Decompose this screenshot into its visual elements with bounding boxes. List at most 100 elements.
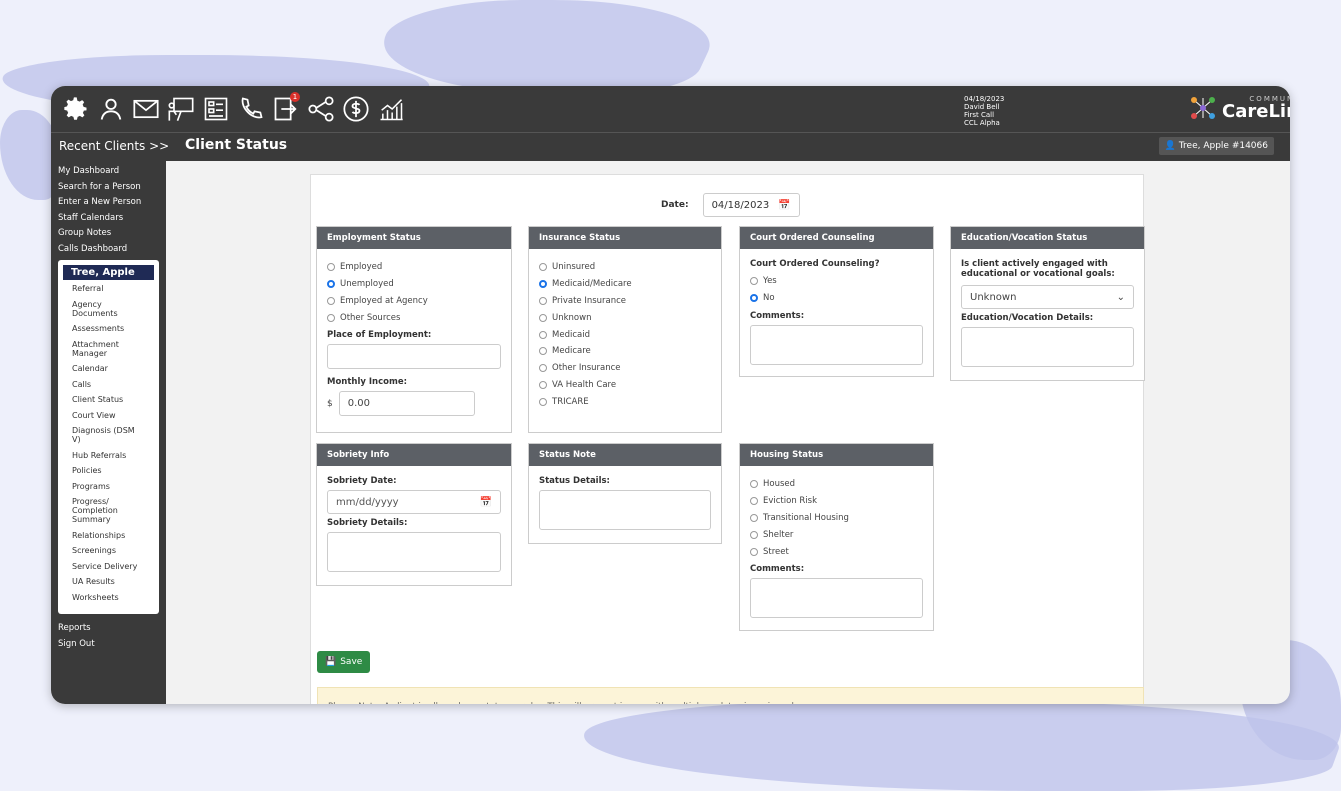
place-of-employment-input[interactable] — [327, 344, 501, 370]
client-menu-item[interactable]: Hub Referrals — [58, 451, 159, 460]
recent-clients-link[interactable]: Recent Clients >> — [59, 139, 169, 153]
radio-button[interactable] — [539, 263, 547, 272]
radio-button[interactable] — [750, 513, 758, 522]
radio-option[interactable]: Employed at Agency — [327, 293, 501, 310]
date-value: 04/18/2023 — [711, 199, 770, 211]
radio-option[interactable]: Uninsured — [539, 259, 711, 276]
radio-button[interactable] — [750, 547, 758, 556]
radio-button[interactable] — [539, 313, 547, 322]
client-menu-item[interactable]: Service Delivery — [58, 562, 159, 571]
client-menu-item[interactable]: Diagnosis (DSM V) — [58, 426, 159, 444]
radio-button[interactable] — [539, 296, 547, 305]
client-menu-item[interactable]: Referral — [58, 284, 159, 293]
radio-button[interactable] — [539, 397, 547, 406]
radio-button[interactable] — [750, 277, 758, 286]
radio-button[interactable] — [327, 263, 335, 272]
court-comments-textarea[interactable] — [750, 324, 923, 365]
presentation-icon[interactable] — [164, 92, 197, 125]
date-input[interactable]: 04/18/2023 📅 — [702, 193, 800, 217]
radio-option[interactable]: Unemployed — [327, 276, 501, 293]
sobriety-date-input[interactable]: mm/dd/yyyy 📅 — [327, 490, 501, 514]
radio-button[interactable] — [750, 497, 758, 506]
education-details-textarea[interactable] — [961, 327, 1134, 367]
client-menu-item[interactable]: Progress/ Completion Summary — [58, 497, 159, 524]
radio-button[interactable] — [539, 330, 547, 339]
sidebar-link[interactable]: Sign Out — [51, 637, 166, 653]
radio-option[interactable]: Employed — [327, 259, 501, 276]
sidebar-link[interactable]: Group Notes — [51, 226, 166, 242]
user-role: First Call — [964, 111, 995, 119]
radio-button[interactable] — [539, 380, 547, 389]
calendar-icon[interactable]: 📅 — [778, 200, 790, 211]
housing-comments-textarea[interactable] — [750, 577, 923, 618]
client-menu-item[interactable]: Programs — [58, 482, 159, 491]
dollar-icon[interactable] — [339, 92, 372, 125]
client-menu-item[interactable]: Worksheets — [58, 593, 159, 602]
client-menu-item[interactable]: Agency Documents — [58, 300, 159, 318]
radio-option[interactable]: Other Insurance — [539, 360, 711, 377]
radio-button[interactable] — [327, 280, 335, 289]
radio-option[interactable]: Medicaid/Medicare — [539, 276, 711, 293]
save-button[interactable]: 💾 Save — [317, 651, 371, 673]
radio-option[interactable]: Unknown — [539, 309, 711, 326]
sobriety-details-textarea[interactable] — [327, 532, 501, 572]
client-menu-item[interactable]: UA Results — [58, 577, 159, 586]
status-note-panel: Status Note Status Details: — [528, 443, 722, 544]
radio-button[interactable] — [539, 347, 547, 356]
radio-option[interactable]: VA Health Care — [539, 377, 711, 394]
radio-option[interactable]: Housed — [750, 476, 923, 493]
radio-option[interactable]: Eviction Risk — [750, 493, 923, 510]
user-org: CCL Alpha — [964, 119, 1000, 127]
housing-status-panel: Housing Status Housed Eviction Risk Transi… — [739, 443, 934, 631]
radio-option[interactable]: Medicaid — [539, 326, 711, 343]
status-details-textarea[interactable] — [539, 490, 711, 530]
radio-option[interactable]: Transitional Housing — [750, 510, 923, 527]
client-menu-item[interactable]: Screenings — [58, 546, 159, 555]
client-menu-item[interactable]: Relationships — [58, 531, 159, 540]
radio-option[interactable]: No — [750, 290, 923, 307]
radio-option[interactable]: Other Sources — [327, 309, 501, 326]
user-info: 04/18/2023 David Bell First Call CCL Alp… — [964, 95, 1004, 127]
radio-button[interactable] — [750, 530, 758, 539]
radio-option[interactable]: Shelter — [750, 526, 923, 543]
radio-option[interactable]: Medicare — [539, 343, 711, 360]
client-menu-item[interactable]: Calendar — [58, 364, 159, 373]
sidebar-link[interactable]: Reports — [51, 621, 166, 637]
client-menu-item[interactable]: Calls — [58, 380, 159, 389]
sidebar-link[interactable]: Calls Dashboard — [51, 242, 166, 258]
phone-icon[interactable] — [234, 92, 267, 125]
share-icon[interactable] — [304, 92, 337, 125]
client-menu: Tree, Apple Referral Agency Documents Asse… — [58, 260, 159, 614]
sidebar-link[interactable]: Staff Calendars — [51, 211, 166, 227]
radio-button[interactable] — [750, 480, 758, 489]
radio-button[interactable] — [750, 294, 758, 303]
radio-option[interactable]: Yes — [750, 273, 923, 290]
radio-option[interactable]: Private Insurance — [539, 293, 711, 310]
radio-button[interactable] — [539, 364, 547, 373]
sidebar-link[interactable]: My Dashboard — [51, 164, 166, 180]
education-question: Is client actively engaged with educatio… — [961, 259, 1115, 279]
radio-label: Uninsured — [552, 262, 596, 273]
radio-button[interactable] — [327, 296, 335, 305]
education-select[interactable]: Unknown ⌄ — [961, 285, 1134, 309]
radio-button[interactable] — [327, 313, 335, 322]
person-icon[interactable] — [94, 92, 127, 125]
radio-button[interactable] — [539, 280, 547, 289]
mail-icon[interactable] — [129, 92, 162, 125]
monthly-income-input[interactable]: 0.00 — [338, 391, 475, 417]
client-menu-item[interactable]: Client Status — [58, 395, 159, 404]
radio-option[interactable]: Street — [750, 543, 923, 560]
sidebar-link[interactable]: Enter a New Person — [51, 195, 166, 211]
login-icon[interactable]: 1 — [269, 92, 302, 125]
calendar-icon[interactable]: 📅 — [480, 497, 492, 508]
sidebar-link[interactable]: Search for a Person — [51, 180, 166, 196]
client-badge[interactable]: 👤 Tree, Apple #14066 — [1158, 137, 1274, 155]
gear-icon[interactable] — [59, 92, 92, 125]
client-menu-item[interactable]: Court View — [58, 411, 159, 420]
radio-option[interactable]: TRICARE — [539, 393, 711, 410]
client-menu-item[interactable]: Policies — [58, 466, 159, 475]
chart-icon[interactable] — [374, 92, 407, 125]
client-menu-item[interactable]: Attachment Manager — [58, 340, 159, 358]
form-icon[interactable] — [199, 92, 232, 125]
client-menu-item[interactable]: Assessments — [58, 324, 159, 333]
